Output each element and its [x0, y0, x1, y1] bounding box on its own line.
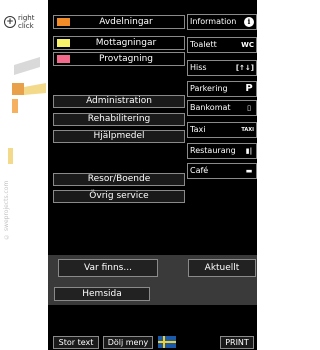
- dolj-meny-button[interactable]: Dölj meny: [103, 336, 153, 349]
- menu-administration[interactable]: Administration: [53, 95, 185, 108]
- stor-text-button[interactable]: Stor text: [53, 336, 99, 349]
- service-label: Toalett: [190, 40, 217, 49]
- var-finns-button[interactable]: Var finns...: [58, 259, 158, 277]
- category-label: Avdelningar: [99, 17, 153, 27]
- atm-icon: ▯: [247, 104, 251, 112]
- service-label: Bankomat: [190, 103, 231, 112]
- category-mottagningar[interactable]: Mottagningar: [53, 36, 185, 50]
- aktuellt-button[interactable]: Aktuellt: [188, 259, 256, 277]
- bottom-bar: Var finns... Aktuellt: [48, 255, 257, 283]
- service-cafe[interactable]: Café ▬: [187, 163, 257, 179]
- parking-icon: P: [245, 83, 253, 94]
- category-provtagning[interactable]: Provtagning: [53, 52, 185, 66]
- taxi-icon: TAXI: [241, 127, 254, 133]
- menu-ovrig-service[interactable]: Övrig service: [53, 190, 185, 203]
- wc-icon: WC: [241, 41, 254, 49]
- main-panel: Avdelningar Mottagningar Provtagning Adm…: [48, 0, 257, 350]
- swedish-flag-icon[interactable]: [158, 336, 176, 348]
- service-taxi[interactable]: Taxi TAXI: [187, 122, 257, 138]
- service-label: Parkering: [190, 84, 228, 93]
- category-label: Provtagning: [99, 54, 153, 64]
- info-icon: i: [244, 17, 254, 27]
- cafe-icon: ▬: [245, 167, 253, 175]
- service-label: Hiss: [190, 63, 207, 72]
- restaurant-icon: ▮|: [245, 147, 253, 155]
- homepage-bar: Hemsida: [48, 283, 257, 305]
- service-parkering[interactable]: Parkering P: [187, 81, 257, 97]
- service-label: Café: [190, 166, 209, 175]
- menu-hjalpmedel[interactable]: Hjälpmedel: [53, 130, 185, 143]
- service-information[interactable]: Information i: [187, 14, 257, 30]
- print-button[interactable]: PRINT: [220, 336, 254, 349]
- zoom-hint: + right click: [4, 14, 46, 38]
- category-swatch: [57, 18, 70, 26]
- hemsida-button[interactable]: Hemsida: [54, 287, 150, 301]
- menu-resor-boende[interactable]: Resor/Boende: [53, 173, 185, 186]
- service-label: Information: [190, 17, 237, 26]
- category-swatch: [57, 39, 70, 47]
- menu-rehabilitering[interactable]: Rehabilitering: [53, 113, 185, 126]
- service-bankomat[interactable]: Bankomat ▯: [187, 100, 257, 116]
- category-avdelningar[interactable]: Avdelningar: [53, 15, 185, 29]
- left-panel: + right click © sweprojects.com: [0, 0, 48, 350]
- service-label: Taxi: [190, 125, 206, 134]
- elevator-icon: [↑↓]: [235, 64, 254, 72]
- service-restaurang[interactable]: Restaurang ▮|: [187, 143, 257, 159]
- service-toalett[interactable]: Toalett WC: [187, 37, 257, 53]
- side-credit: © sweprojects.com: [3, 180, 10, 240]
- map-fragment-icon: [12, 57, 46, 113]
- category-label: Mottagningar: [95, 38, 157, 48]
- zoom-hint-text: right click: [18, 14, 35, 30]
- service-label: Restaurang: [190, 146, 236, 155]
- service-hiss[interactable]: Hiss [↑↓]: [187, 60, 257, 76]
- zoom-icon: +: [4, 16, 16, 28]
- category-swatch: [57, 55, 70, 63]
